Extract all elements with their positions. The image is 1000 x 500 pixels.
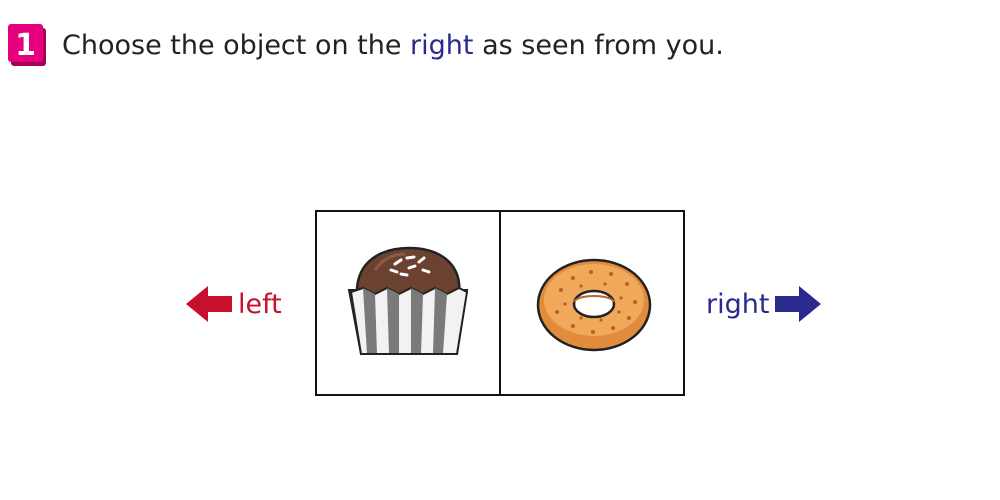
left-direction-label: left	[186, 284, 282, 324]
arrow-right-icon	[775, 286, 822, 322]
donut-icon	[536, 258, 652, 352]
arrow-left-icon	[186, 286, 232, 322]
question-text-before: Choose the object on the	[62, 30, 411, 61]
choice-cupcake[interactable]	[315, 210, 501, 396]
right-direction-label: right	[706, 284, 822, 324]
left-label-text: left	[238, 288, 282, 320]
chocolate-cupcake-icon	[347, 246, 469, 355]
right-label-text: right	[706, 288, 770, 320]
choice-donut[interactable]	[501, 210, 685, 396]
question-text: Choose the object on the right as seen f…	[62, 26, 724, 66]
question-text-after: as seen from you.	[473, 30, 724, 61]
question-number-badge: 1	[8, 24, 48, 68]
question-keyword: right	[410, 30, 474, 61]
question-number: 1	[15, 28, 36, 63]
choice-row	[315, 210, 685, 396]
